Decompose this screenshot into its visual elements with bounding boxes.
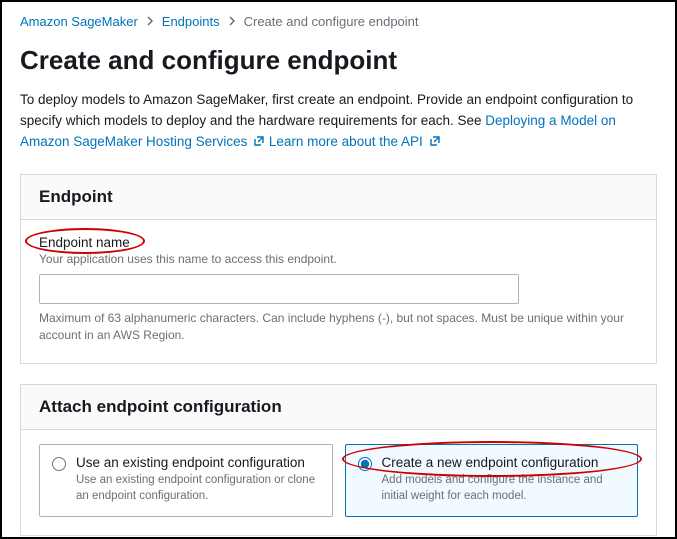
external-link-icon (429, 133, 441, 154)
attach-config-heading: Attach endpoint configuration (21, 385, 656, 430)
attach-config-panel: Attach endpoint configuration Use an exi… (20, 384, 657, 536)
page-description: To deploy models to Amazon SageMaker, fi… (20, 90, 657, 154)
page-title: Create and configure endpoint (20, 45, 657, 76)
tile-use-existing[interactable]: Use an existing endpoint configuration U… (39, 444, 333, 517)
breadcrumb-endpoints[interactable]: Endpoints (162, 14, 220, 29)
breadcrumb-root[interactable]: Amazon SageMaker (20, 14, 138, 29)
tile-title: Create a new endpoint configuration (382, 455, 626, 470)
endpoint-name-constraint: Maximum of 63 alphanumeric characters. C… (39, 310, 638, 345)
endpoint-name-label: Endpoint name (39, 235, 130, 250)
endpoint-name-hint: Your application uses this name to acces… (39, 252, 638, 266)
endpoint-panel-heading: Endpoint (21, 175, 656, 220)
external-link-icon (253, 133, 265, 154)
config-option-tiles: Use an existing endpoint configuration U… (39, 444, 638, 517)
learn-more-api-link[interactable]: Learn more about the API (269, 134, 441, 149)
endpoint-name-input[interactable] (39, 274, 519, 304)
radio-use-existing[interactable] (52, 457, 66, 471)
tile-create-new[interactable]: Create a new endpoint configuration Add … (345, 444, 639, 517)
breadcrumb-current: Create and configure endpoint (244, 14, 419, 29)
tile-sub: Add models and configure the instance an… (382, 472, 626, 504)
chevron-right-icon (146, 14, 154, 29)
tile-sub: Use an existing endpoint configuration o… (76, 472, 320, 504)
tile-title: Use an existing endpoint configuration (76, 455, 320, 470)
breadcrumb: Amazon SageMaker Endpoints Create and co… (20, 14, 657, 29)
chevron-right-icon (228, 14, 236, 29)
radio-create-new[interactable] (358, 457, 372, 471)
endpoint-panel: Endpoint Endpoint name Your application … (20, 174, 657, 364)
